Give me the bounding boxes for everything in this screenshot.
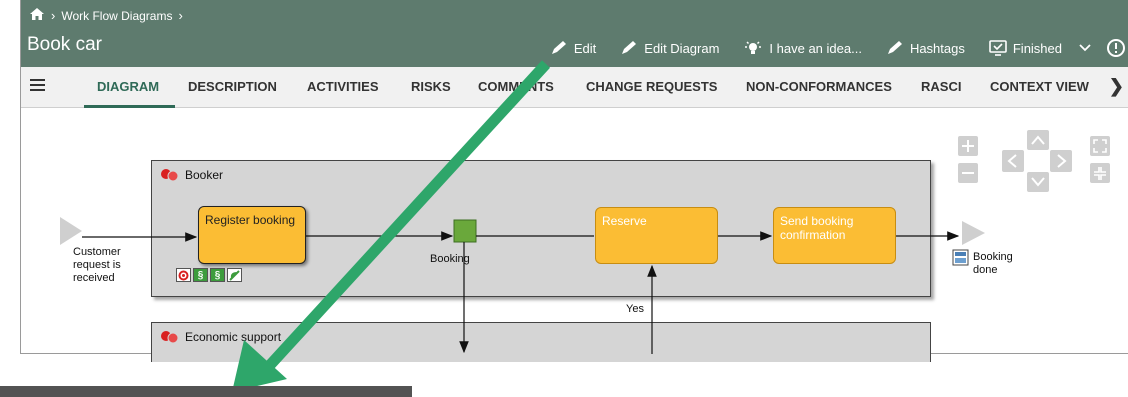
start-event-shape[interactable]: [60, 217, 82, 245]
zoom-in-icon[interactable]: [958, 136, 978, 156]
pan-down-icon[interactable]: [1027, 172, 1049, 192]
diagram-overlay: [60, 60, 1110, 392]
annotation-arrow: [255, 60, 551, 380]
pan-right-icon[interactable]: [1050, 150, 1072, 172]
bottom-panel-bar: [0, 386, 412, 397]
document-icon[interactable]: [952, 249, 969, 266]
collapse-icon[interactable]: [1090, 163, 1110, 183]
zoom-out-icon[interactable]: [958, 163, 978, 183]
pan-up-icon[interactable]: [1027, 130, 1049, 150]
pan-left-icon[interactable]: [1002, 150, 1024, 172]
fit-screen-icon[interactable]: [1090, 136, 1110, 156]
data-object-booking[interactable]: [453, 219, 477, 243]
end-event-shape[interactable]: [962, 221, 985, 245]
